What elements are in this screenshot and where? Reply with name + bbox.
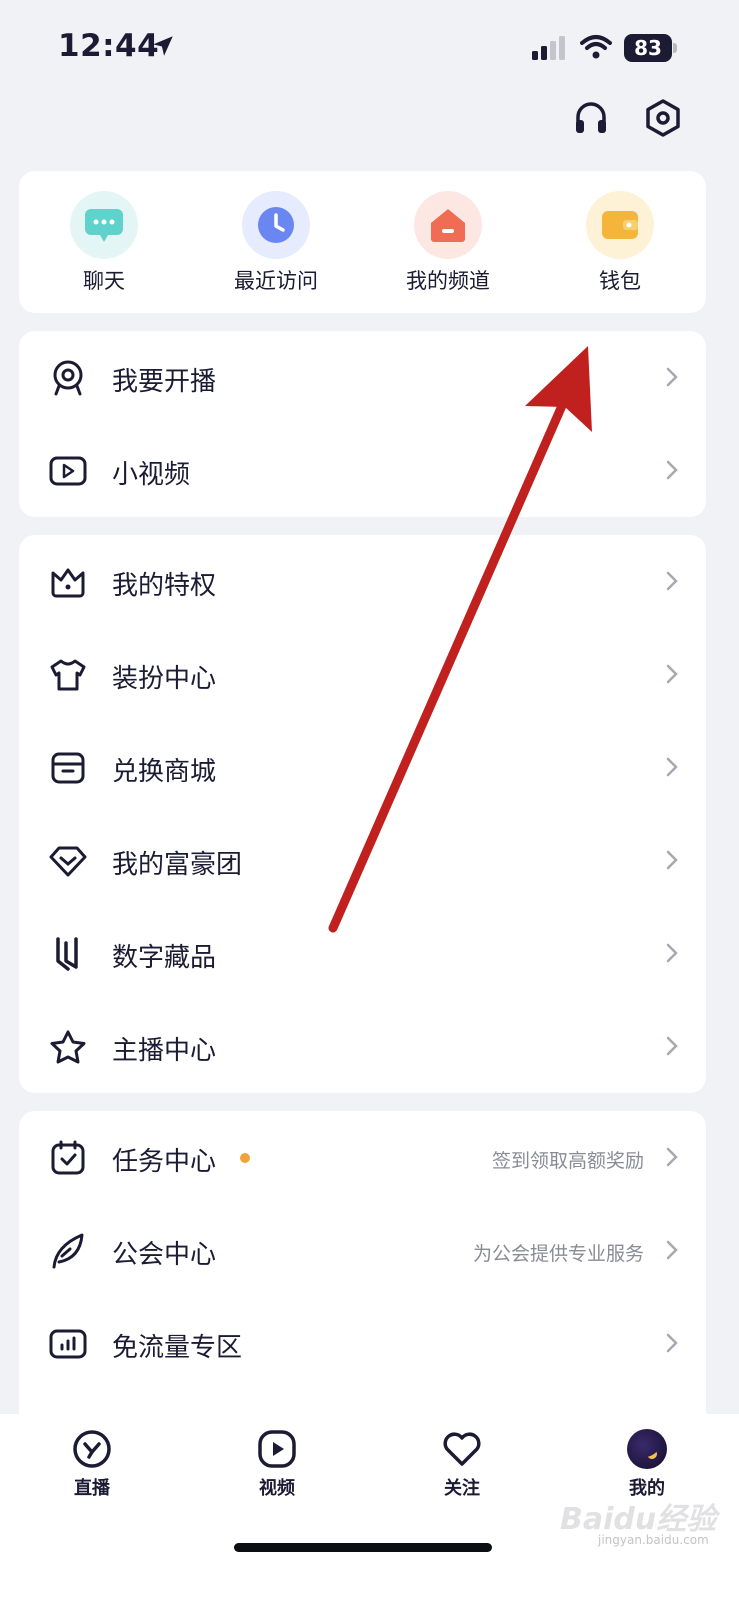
crown-icon <box>49 563 87 601</box>
menu-item-label: 公会中心 <box>112 1240 217 1270</box>
menu-item-start-live[interactable]: 我要开播 <box>19 331 706 424</box>
wallet-icon <box>602 211 638 239</box>
tab-label: 视频 <box>259 1478 295 1499</box>
tshirt-icon <box>49 656 87 694</box>
menu-item-subtitle: 为公会提供专业服务 <box>472 1243 644 1265</box>
feather-icon <box>49 1232 87 1270</box>
headset-button[interactable] <box>570 97 612 139</box>
menu-item-free-data-zone[interactable]: 免流量专区 <box>19 1297 706 1390</box>
camera-icon <box>49 359 87 397</box>
menu-item-anchor-center[interactable]: 主播中心 <box>19 1000 706 1093</box>
menu-group-services: 我的特权 装扮中心 兑换商城 我的富豪团 数字藏品 主播中心 <box>19 535 706 1093</box>
tab-live[interactable]: 直播 <box>42 1428 142 1500</box>
live-icon <box>71 1428 113 1470</box>
house-icon <box>431 209 465 242</box>
collectible-icon <box>49 935 87 973</box>
chevron-right-icon <box>666 571 678 591</box>
menu-item-task-center[interactable]: 任务中心 签到领取高额奖励 <box>19 1111 706 1204</box>
tab-label: 关注 <box>444 1478 480 1499</box>
watermark-domain: jingyan.baidu.com <box>598 1533 709 1547</box>
settings-hexagon-icon <box>646 99 680 137</box>
quick-action-wallet[interactable]: 钱包 <box>550 191 690 295</box>
menu-item-tycoon-club[interactable]: 我的富豪团 <box>19 814 706 907</box>
tab-video[interactable]: 视频 <box>227 1428 327 1500</box>
chevron-right-icon <box>666 850 678 870</box>
star-icon <box>49 1028 87 1066</box>
menu-group-live: 我要开播 小视频 <box>19 331 706 517</box>
menu-item-digital-collectibles[interactable]: 数字藏品 <box>19 907 706 1000</box>
house-icon-wrap <box>414 191 482 259</box>
quick-action-label: 我的频道 <box>406 269 490 293</box>
battery-indicator: 83 <box>624 34 677 62</box>
status-time: 12:44 <box>58 28 160 64</box>
heart-icon <box>441 1428 483 1470</box>
quick-actions-card: 聊天 最近访问 我的频道 钱包 <box>19 171 706 313</box>
clock-icon <box>258 207 294 243</box>
chat-bubble-icon <box>85 209 123 242</box>
menu-item-label: 兑换商城 <box>112 757 217 787</box>
menu-item-short-video[interactable]: 小视频 <box>19 424 706 517</box>
bottom-tab-bar: 直播 视频 关注 我的 Baidu经验 jingyan.baidu.com <box>0 1414 739 1600</box>
chevron-right-icon <box>666 367 678 387</box>
settings-button[interactable] <box>642 97 684 139</box>
menu-group-tasks: 任务中心 签到领取高额奖励 公会中心 为公会提供专业服务 免流量专区 <box>19 1111 706 1431</box>
battery-tip <box>673 43 677 53</box>
watermark-logo: Baidu经验 <box>560 1502 717 1537</box>
chevron-right-icon <box>666 943 678 963</box>
menu-item-label: 任务中心 <box>112 1147 217 1177</box>
menu-item-label: 小视频 <box>112 460 191 490</box>
calendar-check-icon <box>49 1139 87 1177</box>
quick-action-label: 聊天 <box>83 269 125 293</box>
play-icon <box>256 1428 298 1470</box>
headset-icon <box>576 102 606 133</box>
video-icon <box>49 452 87 490</box>
quick-action-channel[interactable]: 我的频道 <box>378 191 518 295</box>
tab-label: 直播 <box>74 1478 110 1499</box>
clock-icon-wrap <box>242 191 310 259</box>
tab-mine[interactable]: 我的 <box>597 1428 697 1500</box>
avatar-wrap <box>626 1428 668 1470</box>
status-bar: 12:44 83 <box>0 0 739 96</box>
menu-item-label: 我的特权 <box>112 571 217 601</box>
cell-signal-icon <box>532 36 565 60</box>
menu-item-label: 装扮中心 <box>112 664 217 694</box>
menu-item-exchange-store[interactable]: 兑换商城 <box>19 721 706 814</box>
chevron-right-icon <box>666 1333 678 1353</box>
menu-item-guild-center[interactable]: 公会中心 为公会提供专业服务 <box>19 1204 706 1297</box>
chevron-right-icon <box>666 1147 678 1167</box>
chevron-right-icon <box>666 664 678 684</box>
chevron-right-icon <box>666 1240 678 1260</box>
chevron-right-icon <box>666 460 678 480</box>
chevron-right-icon <box>666 757 678 777</box>
wifi-icon <box>580 35 612 59</box>
data-chart-icon <box>49 1325 87 1363</box>
notification-dot <box>240 1153 250 1163</box>
chevron-right-icon <box>666 1036 678 1056</box>
wallet-icon-wrap <box>586 191 654 259</box>
menu-item-subtitle: 签到领取高额奖励 <box>491 1150 644 1172</box>
menu-item-label: 数字藏品 <box>112 943 217 973</box>
tab-follow[interactable]: 关注 <box>412 1428 512 1500</box>
quick-action-label: 最近访问 <box>234 269 318 293</box>
chat-icon-wrap <box>70 191 138 259</box>
quick-action-chat[interactable]: 聊天 <box>34 191 174 295</box>
home-indicator <box>234 1543 492 1552</box>
location-arrow-icon <box>153 36 173 56</box>
menu-item-label: 免流量专区 <box>112 1333 243 1363</box>
quick-action-label: 钱包 <box>599 269 641 293</box>
avatar <box>627 1429 667 1469</box>
quick-action-recent[interactable]: 最近访问 <box>206 191 346 295</box>
menu-item-label: 主播中心 <box>112 1036 217 1066</box>
store-icon <box>49 749 87 787</box>
menu-item-privileges[interactable]: 我的特权 <box>19 535 706 628</box>
menu-item-label: 我要开播 <box>112 367 217 397</box>
diamond-icon <box>49 842 87 880</box>
menu-item-label: 我的富豪团 <box>112 850 243 880</box>
battery-level: 83 <box>624 34 672 62</box>
menu-item-dress-up[interactable]: 装扮中心 <box>19 628 706 721</box>
